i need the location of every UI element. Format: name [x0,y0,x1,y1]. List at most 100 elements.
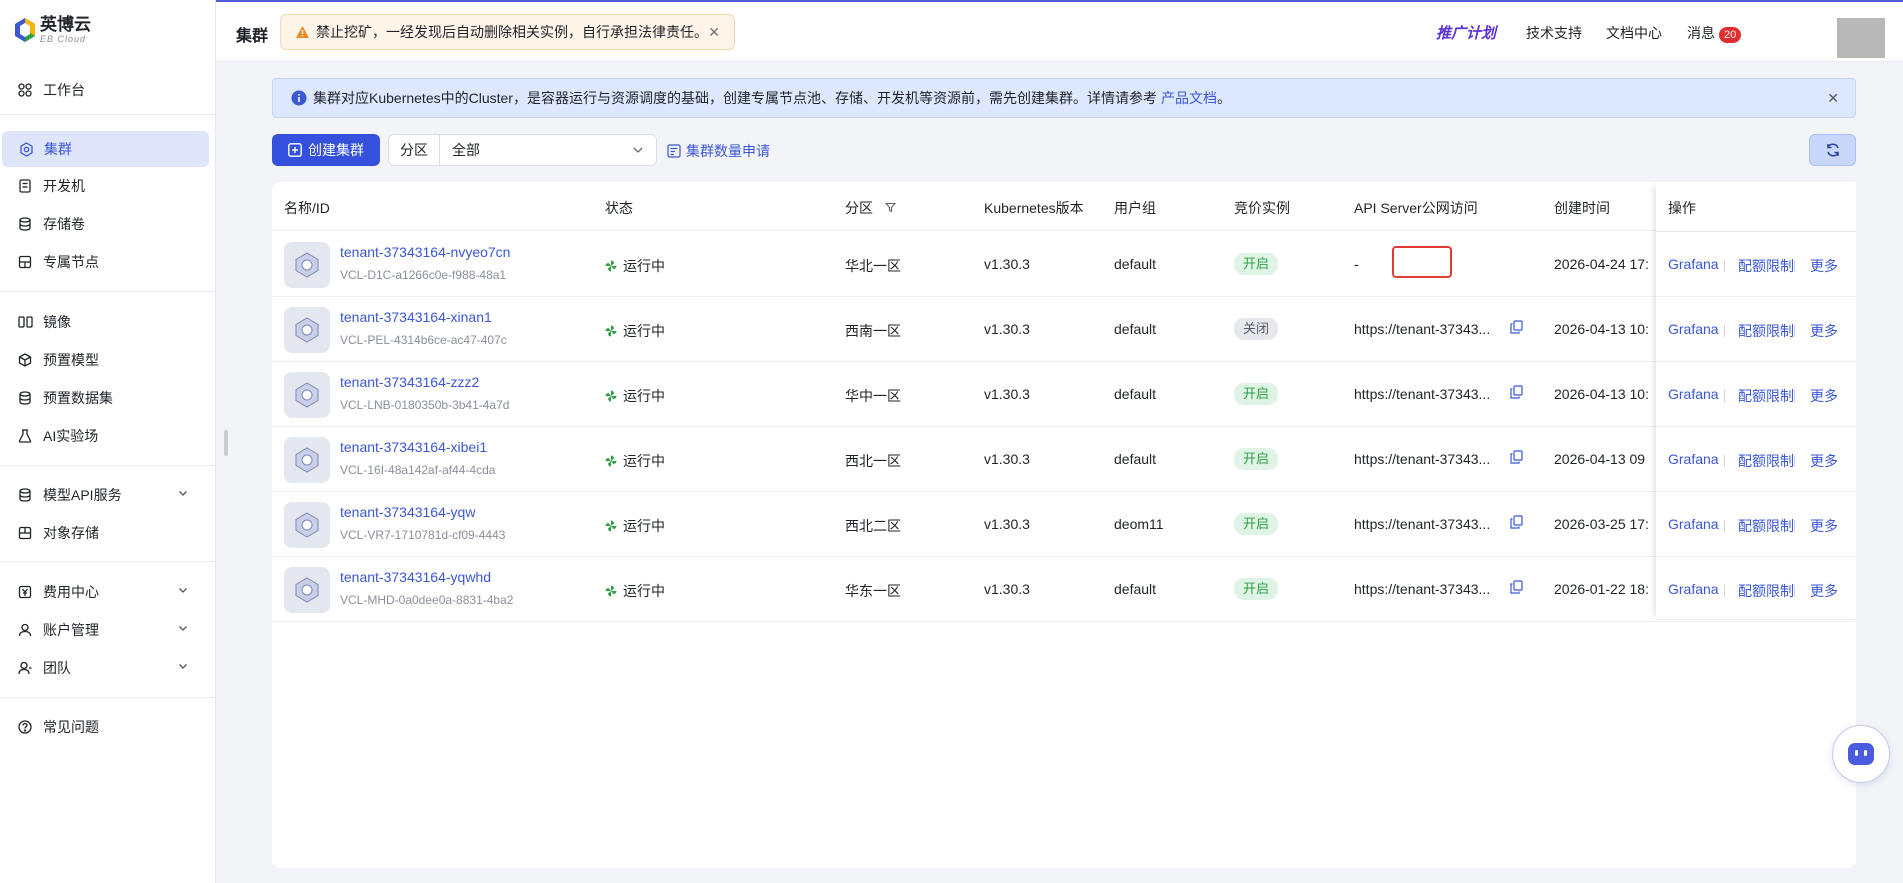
col-header-zone-label: 分区 [845,200,873,216]
copy-icon[interactable] [1510,515,1523,529]
grafana-link[interactable]: Grafana [1668,451,1719,467]
user-group: default [1114,386,1157,402]
sidebar: 英博云 EB Cloud 工作台 集群 开发机 存储卷 专属节点 镜像 预置模型… [0,0,216,883]
quota-limit-link[interactable]: 配额限制 [1738,581,1794,601]
warning-text: 禁止挖矿，一经发现后自动删除相关实例，自行承担法律责任。 [316,24,708,40]
cluster-icon [18,141,34,157]
robot-icon [1848,743,1874,765]
sidebar-item-faq[interactable]: 常见问题 [0,709,210,745]
sidebar-item-preset-model[interactable]: 预置模型 [0,342,210,378]
warning-icon [296,26,309,38]
cluster-name-link[interactable]: tenant-37343164-xinan1 [340,309,492,325]
dataset-icon [17,390,33,406]
sidebar-item-account[interactable]: 账户管理 [0,612,210,648]
sidebar-item-billing[interactable]: 费用中心 [0,574,210,610]
docs-center-link[interactable]: 文档中心 [1606,23,1662,43]
cluster-id: VCL-MHD-0a0dee0a-8831-4ba2 [340,593,514,607]
ops-cell: Grafana 配额限制 更多 [1656,427,1856,492]
table-row: tenant-37343164-nvyeo7cn VCL-D1C-a1266c0… [272,232,1856,297]
status-running: 运行中 [605,386,665,406]
status-text: 运行中 [623,323,665,339]
quota-limit-link[interactable]: 配额限制 [1738,386,1794,406]
sidebar-item-dedicated-node[interactable]: 专属节点 [0,244,210,280]
more-link[interactable]: 更多 [1810,321,1838,341]
col-header-zone[interactable]: 分区 [845,198,897,218]
cluster-name-link[interactable]: tenant-37343164-zzz2 [340,374,479,390]
more-link[interactable]: 更多 [1810,581,1838,601]
cluster-name-link[interactable]: tenant-37343164-xibei1 [340,439,487,455]
grafana-link[interactable]: Grafana [1668,321,1719,337]
sidebar-item-model-api[interactable]: 模型API服务 [0,477,210,513]
copy-icon[interactable] [1510,450,1523,464]
close-icon[interactable]: ✕ [1827,90,1839,107]
grafana-link[interactable]: Grafana [1668,256,1719,272]
more-link[interactable]: 更多 [1810,256,1838,276]
more-link[interactable]: 更多 [1810,451,1838,471]
cluster-id: VCL-LNB-0180350b-3b41-4a7d [340,398,510,412]
more-link[interactable]: 更多 [1810,386,1838,406]
sidebar-item-devbox[interactable]: 开发机 [0,168,210,204]
status-running: 运行中 [605,321,665,341]
brand-sub: EB Cloud [40,34,87,44]
node-icon [17,254,33,270]
product-docs-link[interactable]: 产品文档 [1161,88,1217,108]
avatar[interactable] [1837,18,1885,58]
cluster-name-link[interactable]: tenant-37343164-nvyeo7cn [340,244,510,260]
storage-icon [17,216,33,232]
grafana-link[interactable]: Grafana [1668,516,1719,532]
info-text: 集群对应Kubernetes中的Cluster，是容器运行与资源调度的基础，创建… [313,90,1157,106]
top-header: 集群 禁止挖矿，一经发现后自动删除相关实例，自行承担法律责任。 ✕ 推广计划 技… [216,2,1903,62]
copy-icon[interactable] [1510,385,1523,399]
create-cluster-button[interactable]: 创建集群 [272,134,380,166]
k8s-version: v1.30.3 [984,581,1030,597]
col-header-status: 状态 [605,200,633,216]
sidebar-item-ai-lab[interactable]: AI实验场 [0,418,210,454]
warning-banner: 禁止挖矿，一经发现后自动删除相关实例，自行承担法律责任。 ✕ [280,14,735,50]
sidebar-item-cluster[interactable]: 集群 [2,131,209,167]
chevron-down-icon [179,664,187,669]
assistant-bot-button[interactable] [1832,725,1890,783]
ops-cell: Grafana 配额限制 更多 [1656,297,1856,362]
cluster-name-link[interactable]: tenant-37343164-yqw [340,504,475,520]
api-server-address: https://tenant-37343... [1354,321,1491,337]
refresh-button[interactable] [1809,134,1856,166]
status-text: 运行中 [623,258,665,274]
cluster-name-link[interactable]: tenant-37343164-yqwhd [340,569,491,585]
api-server-address: https://tenant-37343... [1354,516,1491,532]
sidebar-item-object-storage[interactable]: 对象存储 [0,515,210,551]
more-link[interactable]: 更多 [1810,516,1838,536]
running-icon [605,325,617,337]
sidebar-item-preset-dataset[interactable]: 预置数据集 [0,380,210,416]
sidebar-item-team[interactable]: 团队 [0,650,210,686]
quota-limit-link[interactable]: 配额限制 [1738,256,1794,276]
close-icon[interactable]: ✕ [708,24,720,41]
promo-link[interactable]: 推广计划 [1436,22,1496,43]
col-header-created: 创建时间 [1554,200,1610,216]
brand-logo[interactable]: 英博云 EB Cloud [14,16,91,44]
sidebar-item-dashboard[interactable]: 工作台 [0,72,210,108]
create-cluster-label: 创建集群 [308,142,364,158]
tech-support-link[interactable]: 技术支持 [1526,23,1582,43]
zone-select[interactable]: 全部 [440,134,657,166]
cluster-quota-request-link[interactable]: 集群数量申请 [667,141,770,161]
status-text: 运行中 [623,453,665,469]
sidebar-item-storage[interactable]: 存储卷 [0,206,210,242]
copy-icon[interactable] [1510,580,1523,594]
grafana-link[interactable]: Grafana [1668,386,1719,402]
sidebar-item-label: 模型API服务 [43,487,122,503]
quota-limit-link[interactable]: 配额限制 [1738,516,1794,536]
copy-icon[interactable] [1510,320,1523,334]
ops-cell: Grafana 配额限制 更多 [1656,362,1856,427]
quota-limit-link[interactable]: 配额限制 [1738,451,1794,471]
sidebar-divider [0,291,216,292]
team-icon [17,660,33,676]
quota-limit-link[interactable]: 配额限制 [1738,321,1794,341]
sidebar-resize-handle[interactable] [224,430,228,456]
messages-link[interactable]: 消息 20 [1687,23,1742,43]
zone-value: 华中一区 [845,388,901,404]
table-row: tenant-37343164-yqwhd VCL-MHD-0a0dee0a-8… [272,557,1856,622]
filter-icon[interactable] [884,202,897,213]
sidebar-item-image[interactable]: 镜像 [0,304,210,340]
api-icon [17,487,33,503]
grafana-link[interactable]: Grafana [1668,581,1719,597]
